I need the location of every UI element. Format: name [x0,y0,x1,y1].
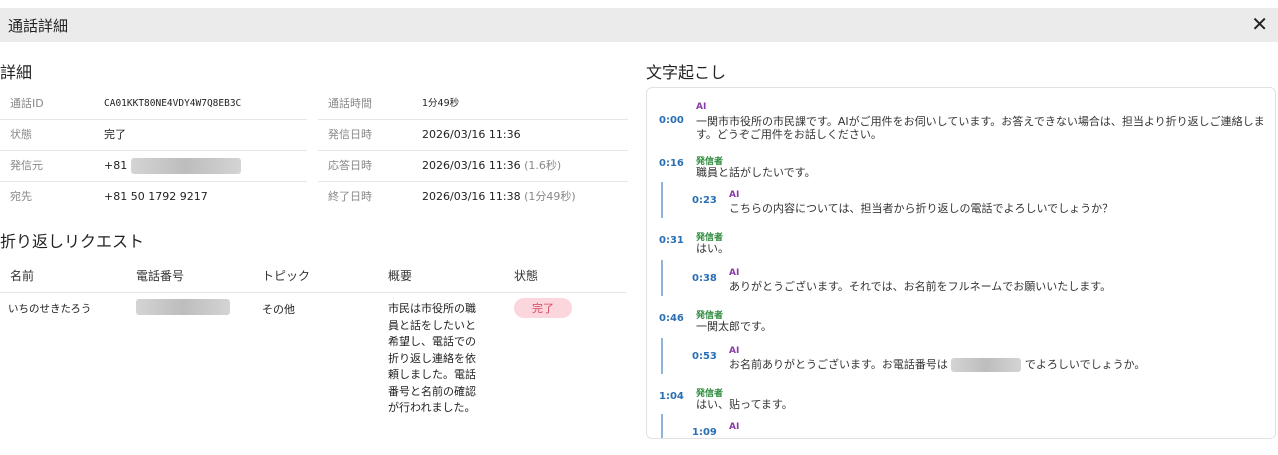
details-row: 通話ID CA01KKT80NE4VDY4W7Q8EB3C 通話時間 1分49秒 [0,89,628,120]
message-speaker: AI [729,268,740,278]
dial-time-value: 2026/03/16 11:36 [422,128,521,141]
detail-label: 通話ID [10,97,44,110]
callback-summary: 市民は市役所の職員と話をしたいと希望し、電話での折り返し連絡を依頼しました。電話… [388,302,476,414]
transcript-message: 0:00 AI 一関市市役所の市民課です。AIがご用件をお伺いしています。お答え… [659,102,1269,144]
detail-label: 宛先 [10,190,32,203]
details-row: 状態 完了 発信日時 2026/03/16 11:36 [0,120,628,151]
column-header: 状態 [514,269,539,283]
callback-table: 名前 電話番号 トピック 概要 状態 いちのせきたろう その他 市民は市役所の職… [0,258,626,423]
message-time: 0:16 [659,158,684,169]
message-text: ありがとうございます。それでは、お名前をフルネームでお願いいたします。 [729,280,1112,293]
transcript-message: 0:53 AI お名前ありがとうございます。お電話番号は でよろしいでしょうか。 [659,338,1269,378]
caller-number-value: +81 [104,151,241,181]
transcript-message: 0:23 AI こちらの内容については、担当者から折り返しの電話でよろしいでしょ… [659,182,1269,222]
message-speaker: AI [729,190,740,200]
answer-time-text: 2026/03/16 11:36 [422,159,521,172]
message-time: 1:04 [659,391,684,402]
callback-section-title: 折り返しリクエスト [0,232,145,251]
callback-table-header: 名前 電話番号 トピック 概要 状態 [0,258,626,293]
answer-time-extra: (1.6秒) [524,159,562,172]
column-header: 電話番号 [136,269,185,283]
callback-topic: その他 [262,303,295,316]
answer-time-value: 2026/03/16 11:36 (1.6秒) [422,151,561,181]
status-badge: 完了 [514,298,572,318]
transcript-message: 0:16 発信者 職員と話がしたいです。 [659,154,1269,184]
detail-label: 発信日時 [328,128,372,141]
caller-prefix: +81 [104,159,128,172]
column-header: トピック [262,269,311,283]
details-table: 通話ID CA01KKT80NE4VDY4W7Q8EB3C 通話時間 1分49秒… [0,89,628,213]
message-time: 1:09 [692,427,717,438]
message-time: 0:00 [659,115,684,126]
transcript-section-title: 文字起こし [646,63,727,82]
close-icon[interactable]: ✕ [1251,11,1268,37]
status-value: 完了 [104,128,126,141]
end-time-extra: (1分49秒) [524,190,576,203]
end-time-value: 2026/03/16 11:38 (1分49秒) [422,182,576,212]
left-column: 詳細 通話ID CA01KKT80NE4VDY4W7Q8EB3C 通話時間 1分… [0,42,640,455]
message-speaker: AI [696,102,707,112]
detail-label: 終了日時 [328,190,372,203]
redacted-phone [951,358,1022,372]
redacted-phone [130,158,241,174]
call-id-value: CA01KKT80NE4VDY4W7Q8EB3C [104,98,242,109]
message-text: はい、贴ってます。 [696,398,793,411]
message-time: 0:31 [659,235,684,246]
transcript-column: 文字起こし 0:00 AI 一関市市役所の市民課です。AIがご用件をお伺いしてい… [646,42,1278,455]
column-header: 名前 [10,269,35,283]
message-speaker: AI [729,346,740,356]
message-time: 0:38 [692,273,717,284]
message-time: 0:53 [692,351,717,362]
destination-value: +81 50 1792 9217 [104,190,208,203]
transcript-panel[interactable]: 0:00 AI 一関市市役所の市民課です。AIがご用件をお伺いしています。お答え… [646,87,1276,439]
message-text: 一関太郎です。 [696,320,772,333]
message-text: 職員と話がしたいです。 [696,166,816,179]
transcript-message: 0:31 発信者 はい。 [659,230,1269,260]
message-text: お名前ありがとうございます。お電話番号は でよろしいでしょうか。 [729,358,1145,372]
dialog-titlebar: 通話詳細 ✕ [0,8,1278,42]
column-header: 概要 [388,269,413,283]
detail-label: 応答日時 [328,159,372,172]
status-badge-label: 完了 [514,298,572,318]
message-text: 一関市市役所の市民課です。AIがご用件をお伺いしています。お答えできない場合は、… [696,115,1265,141]
duration-value: 1分49秒 [422,98,460,109]
message-time: 0:46 [659,313,684,324]
detail-label: 状態 [10,128,32,141]
message-text: はい。 [696,242,729,255]
details-row: 発信元 +81 応答日時 2026/03/16 11:36 (1.6秒) [0,151,628,182]
end-time-text: 2026/03/16 11:38 [422,190,521,203]
transcript-message: 0:46 発信者 一関太郎です。 [659,308,1269,338]
callback-name: いちのせきたろう [8,303,92,315]
message-text-after: でよろしいでしょうか。 [1024,358,1146,371]
transcript-message: 1:04 発信者 はい、贴ってます。 [659,386,1269,416]
message-speaker: AI [729,422,740,432]
transcript-message: 1:09 AI [659,414,1269,438]
redacted-phone [136,299,230,315]
details-section-title: 詳細 [0,63,33,82]
message-text: こちらの内容については、担当者から折り返しの電話でよろしいでしょうか？ [729,202,1114,215]
table-row[interactable]: いちのせきたろう その他 市民は市役所の職員と話をしたいと希望し、電話での折り返… [0,293,626,423]
dialog-title: 通話詳細 [8,17,69,35]
message-time: 0:23 [692,195,717,206]
detail-label: 通話時間 [328,97,372,110]
details-row: 宛先 +81 50 1792 9217 終了日時 2026/03/16 11:3… [0,182,628,213]
message-text-before: お名前ありがとうございます。お電話番号は [729,358,948,371]
transcript-message: 0:38 AI ありがとうございます。それでは、お名前をフルネームでお願いいたし… [659,260,1269,300]
detail-label: 発信元 [10,159,43,172]
